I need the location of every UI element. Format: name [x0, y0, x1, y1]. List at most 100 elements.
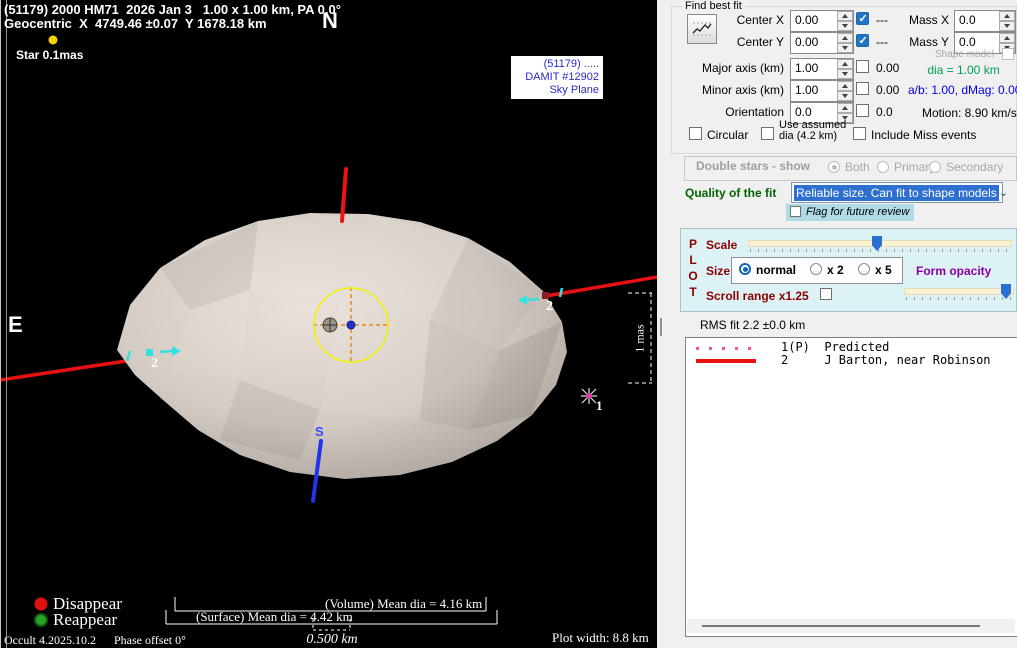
observation-row-predicted[interactable]: 1(P) Predicted: [781, 340, 889, 354]
model-box-sky-plane: Sky Plane: [515, 84, 599, 97]
major-axis-err: 0.00: [876, 61, 899, 75]
plot-title-line2: Geocentric X 4749.46 ±0.07 Y 1678.18 km: [4, 16, 267, 31]
observation-row-chord2[interactable]: 2 J Barton, near Robinson: [781, 353, 991, 367]
assumed-dia-label: Use assumeddia (4.2 km): [779, 120, 846, 142]
double-stars-both-radio[interactable]: [828, 161, 840, 173]
phase-offset-label: Phase offset 0°: [114, 633, 186, 648]
model-box-asteroid-number: (51179) .....: [515, 58, 599, 71]
center-x-up[interactable]: [837, 11, 853, 21]
minor-axis-label: Minor axis (km): [686, 83, 784, 97]
south-pole-label: S: [315, 424, 324, 439]
center-x-value[interactable]: 0.00: [791, 11, 837, 31]
sky-plane-plot-canvas[interactable]: (51179) 2000 HM71 2026 Jan 3 1.00 x 1.00…: [0, 0, 657, 648]
disappear-dot: [35, 598, 48, 611]
circular-checkbox[interactable]: [689, 127, 702, 140]
center-y-label: Center Y: [698, 35, 784, 49]
minor-axis-spinner[interactable]: 1.00: [790, 80, 854, 102]
center-x-down[interactable]: [837, 21, 853, 31]
center-x-flag: ---: [876, 13, 888, 27]
center-y-spinner[interactable]: 0.00: [790, 32, 854, 54]
shape-model-info-box: (51179) ..... DAMIT #12902 Sky Plane: [511, 56, 603, 99]
double-stars-title: Double stars - show: [694, 159, 812, 173]
form-opacity-slider-track[interactable]: [904, 288, 1014, 295]
star-diameter-label: Star 0.1mas: [16, 48, 83, 62]
minor-axis-value[interactable]: 1.00: [791, 81, 837, 101]
size-normal-radio[interactable]: [739, 263, 751, 275]
station-1-label: 1: [596, 398, 603, 414]
shape-model-checkbox[interactable]: [1002, 48, 1014, 60]
minor-axis-err: 0.00: [876, 83, 899, 97]
flag-review-checkbox[interactable]: [790, 206, 801, 217]
asteroid-shape-model: [117, 213, 567, 479]
center-y-fit-checkbox[interactable]: [856, 34, 869, 47]
quality-of-fit-label: Quality of the fit: [685, 186, 776, 200]
minor-axis-fit-checkbox[interactable]: [856, 82, 869, 95]
scroll-range-checkbox[interactable]: [820, 288, 832, 300]
geometric-center-dot: [347, 321, 355, 329]
major-axis-spinner[interactable]: 1.00: [790, 58, 854, 80]
mass-x-up[interactable]: [999, 11, 1015, 21]
assumed-dia-checkbox[interactable]: [761, 127, 774, 140]
form-opacity-slider-ticks: [906, 297, 1012, 300]
mass-x-value[interactable]: 0.0: [955, 11, 999, 31]
scale-slider[interactable]: [748, 236, 1012, 254]
mass-x-label: Mass X: [903, 13, 949, 27]
double-stars-secondary-label: Secondary: [946, 160, 1003, 174]
km-scale-label: 0.500 km: [302, 632, 362, 648]
app-version-label: Occult 4.2025.10.2: [4, 633, 96, 648]
center-y-value[interactable]: 0.00: [791, 33, 837, 53]
shape-model-label: Shape model: [935, 49, 994, 60]
size-x5-label: x 5: [875, 263, 892, 277]
reappear-dot: [35, 614, 47, 626]
assumed-dia-line2: dia (4.2 km): [779, 130, 837, 142]
minor-axis-down[interactable]: [837, 91, 853, 101]
scroll-range-label: Scroll range x1.25: [706, 289, 809, 303]
mass-y-label: Mass Y: [903, 35, 949, 49]
orientation-up[interactable]: [837, 103, 853, 113]
center-x-spinner[interactable]: 0.00: [790, 10, 854, 32]
surface-mean-dia-label: (Surface) Mean dia = 4.42 km: [196, 609, 353, 625]
include-miss-checkbox[interactable]: [853, 127, 866, 140]
size-x2-radio[interactable]: [810, 263, 822, 275]
mass-x-spinner[interactable]: 0.0: [954, 10, 1016, 32]
plot-width-label: Plot width: 8.8 km: [552, 630, 649, 646]
center-y-down[interactable]: [837, 43, 853, 53]
circular-label: Circular: [707, 128, 748, 142]
scrollbar-thumb-line[interactable]: [702, 625, 980, 627]
observed-chord-line-sample: [696, 359, 756, 363]
quality-of-fit-combobox[interactable]: Reliable size. Can fit to shape models ⌄: [791, 182, 1003, 203]
double-stars-secondary-radio[interactable]: [929, 161, 941, 173]
listbox-horizontal-scrollbar[interactable]: [687, 619, 1015, 633]
observations-listbox[interactable]: [685, 337, 1017, 637]
find-best-fit-title: Find best fit: [682, 0, 745, 12]
station-1-marker: [581, 388, 597, 404]
major-axis-fit-checkbox[interactable]: [856, 60, 869, 73]
scale-slider-ticks: [750, 249, 1010, 252]
minor-axis-up[interactable]: [837, 81, 853, 91]
mass-y-up[interactable]: [999, 33, 1015, 43]
form-opacity-label: Form opacity: [916, 264, 991, 278]
occult-app-window: (51179) 2000 HM71 2026 Jan 3 1.00 x 1.00…: [0, 0, 1017, 648]
quality-of-fit-value: Reliable size. Can fit to shape models: [794, 185, 999, 201]
double-stars-primary-radio[interactable]: [877, 161, 889, 173]
center-x-fit-checkbox[interactable]: [856, 12, 869, 25]
form-opacity-slider[interactable]: [904, 284, 1014, 302]
double-stars-both-label: Both: [845, 160, 870, 174]
ab-dmag-label: a/b: 1.00, dMag: 0.00: [908, 83, 1017, 97]
mass-x-down[interactable]: [999, 21, 1015, 31]
center-x-label: Center X: [698, 13, 784, 27]
center-y-up[interactable]: [837, 33, 853, 43]
major-axis-value[interactable]: 1.00: [791, 59, 837, 79]
orientation-fit-checkbox[interactable]: [856, 104, 869, 117]
combo-dropdown-icon[interactable]: ⌄: [999, 186, 1008, 199]
size-normal-label: normal: [756, 263, 796, 277]
center-y-flag: ---: [876, 35, 888, 49]
plot-panel-vertical-title: PLOT: [687, 237, 699, 309]
size-x5-radio[interactable]: [858, 263, 870, 275]
mas-scale-label: 1 mas: [633, 304, 648, 374]
major-axis-up[interactable]: [837, 59, 853, 69]
splitter-handle[interactable]: [660, 318, 662, 336]
size-x2-label: x 2: [827, 263, 844, 277]
major-axis-down[interactable]: [837, 69, 853, 79]
north-pole-axis-line: [342, 169, 346, 221]
